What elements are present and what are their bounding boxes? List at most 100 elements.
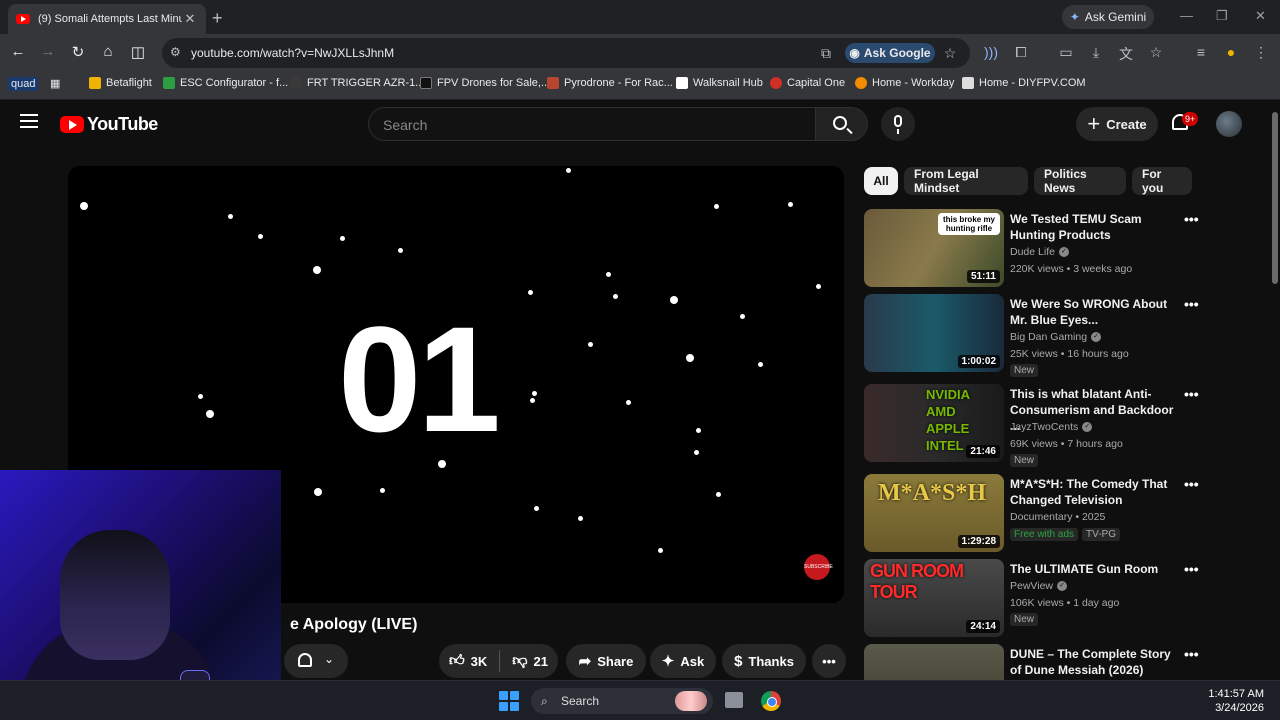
- create-button[interactable]: + Create: [1076, 107, 1158, 141]
- search-input[interactable]: Search: [368, 107, 816, 141]
- bookmark-frt-trigger[interactable]: FRT TRIGGER AZR-1...: [290, 77, 424, 89]
- list-item[interactable]: this broke my hunting rifle 51:11 We Tes…: [864, 209, 1204, 289]
- voice-search-button[interactable]: [881, 107, 915, 141]
- video-thumbnail[interactable]: 1:00:02: [864, 294, 1004, 372]
- video-thumbnail[interactable]: M*A*S*H 1:29:28: [864, 474, 1004, 552]
- search-button[interactable]: [816, 107, 868, 141]
- hamburger-menu-icon[interactable]: [20, 114, 38, 128]
- walksnail-icon: [676, 77, 688, 89]
- more-actions-button[interactable]: •••: [812, 644, 846, 678]
- profile-icon[interactable]: ●: [1222, 44, 1240, 60]
- video-title[interactable]: DUNE – The Complete Story of Dune Messia…: [1010, 646, 1176, 678]
- bookmark-pyrodrone[interactable]: Pyrodrone - For Rac...: [547, 77, 673, 89]
- like-icon[interactable]: 👍︎: [449, 652, 465, 670]
- subscribe-watermark[interactable]: SUBSCRIBE: [804, 554, 833, 580]
- minimize-icon[interactable]: —: [1180, 8, 1193, 23]
- taskbar-search[interactable]: ⌕ Search: [531, 688, 713, 714]
- list-item[interactable]: GUN ROOM TOUR 24:14 The ULTIMATE Gun Roo…: [864, 559, 1204, 639]
- list-item[interactable]: NVIDIA AMD APPLE INTEL 21:46 This is wha…: [864, 384, 1204, 467]
- spark-icon: ✦: [661, 653, 675, 670]
- list-item[interactable]: DUNE – The Complete Story of Dune Messia…: [864, 644, 1204, 680]
- maximize-icon[interactable]: ❐: [1216, 8, 1228, 24]
- youtube-logo[interactable]: YouTube: [60, 114, 158, 135]
- task-view-icon[interactable]: [725, 692, 743, 708]
- ask-button[interactable]: ✦ Ask: [650, 644, 716, 678]
- bookmark-diyfpv[interactable]: Home - DIYFPV.COM: [962, 77, 1086, 89]
- bookmark-label: Capital One: [787, 77, 846, 89]
- bookmark-star-icon[interactable]: ☆: [941, 45, 959, 62]
- side-panel-icon[interactable]: ◫: [128, 43, 148, 61]
- more-vert-icon[interactable]: •••: [1184, 211, 1199, 227]
- translate-icon[interactable]: 文: [1117, 44, 1135, 64]
- channel-name[interactable]: Documentary • 2025: [1010, 511, 1105, 523]
- bookmark-esc-configurator[interactable]: ESC Configurator - f...: [163, 77, 288, 89]
- channel-name[interactable]: PewView ✓: [1010, 580, 1067, 592]
- dislike-count[interactable]: 21: [534, 654, 548, 669]
- channel-name[interactable]: Big Dan Gaming ✓: [1010, 331, 1102, 343]
- reading-list-icon[interactable]: ≡: [1192, 44, 1210, 60]
- list-item[interactable]: M*A*S*H 1:29:28 M*A*S*H: The Comedy That…: [864, 474, 1204, 554]
- chrome-menu-icon[interactable]: ⋮: [1252, 44, 1270, 61]
- favorites-icon[interactable]: ☆: [1147, 44, 1165, 61]
- scrollbar-thumb[interactable]: [1272, 112, 1278, 284]
- address-bar[interactable]: ⚙ youtube.com/watch?v=NwJXLLsJhnM ⧉ ◉ As…: [162, 38, 970, 68]
- video-thumbnail[interactable]: [864, 644, 1004, 680]
- thanks-button[interactable]: $ Thanks: [722, 644, 806, 678]
- bookmark-walksnail[interactable]: Walksnail Hub: [676, 77, 763, 89]
- install-app-icon[interactable]: ⧉: [817, 45, 835, 62]
- channel-name[interactable]: JayzTwoCents ✓: [1010, 421, 1093, 433]
- bookmark-fpv-drones[interactable]: FPV Drones for Sale,...: [420, 77, 550, 89]
- window-close-icon[interactable]: ✕: [1255, 8, 1266, 24]
- bookmark-capital-one[interactable]: Capital One: [770, 77, 845, 89]
- extension-wave-icon[interactable]: ))): [982, 44, 1000, 60]
- more-vert-icon[interactable]: •••: [1184, 561, 1199, 577]
- system-clock[interactable]: 1:41:57 AM 3/24/2026: [1208, 687, 1264, 715]
- chrome-icon[interactable]: [761, 691, 781, 711]
- list-item[interactable]: 1:00:02 We Were So WRONG About Mr. Blue …: [864, 294, 1204, 377]
- verified-icon: ✓: [1058, 247, 1069, 257]
- ask-google-button[interactable]: ◉ Ask Google: [845, 43, 935, 63]
- url-text[interactable]: youtube.com/watch?v=NwJXLLsJhnM: [191, 46, 394, 60]
- windows-start-icon[interactable]: [499, 691, 519, 711]
- chip-for-you[interactable]: For you: [1132, 167, 1192, 195]
- chip-all[interactable]: All: [864, 167, 898, 195]
- close-tab-icon[interactable]: ✕: [182, 11, 198, 27]
- ask-gemini-button[interactable]: ✦ Ask Gemini: [1062, 5, 1154, 29]
- video-thumbnail[interactable]: GUN ROOM TOUR 24:14: [864, 559, 1004, 637]
- betaflight-icon: [89, 77, 101, 89]
- bookmark-workday[interactable]: Home - Workday: [855, 77, 954, 89]
- extensions-icon[interactable]: ⧠: [1012, 44, 1030, 61]
- share-button[interactable]: ➦ Share: [566, 644, 646, 678]
- avatar[interactable]: [1216, 111, 1242, 137]
- more-vert-icon[interactable]: •••: [1184, 646, 1199, 662]
- forward-icon[interactable]: →: [38, 43, 58, 60]
- screenshot-icon[interactable]: ▭: [1057, 44, 1075, 61]
- video-title[interactable]: M*A*S*H: The Comedy That Changed Televis…: [1010, 476, 1176, 508]
- browser-tab[interactable]: (9) Somali Attempts Last Minute ✕: [8, 4, 206, 34]
- more-vert-icon[interactable]: •••: [1184, 296, 1199, 312]
- site-info-icon[interactable]: ⚙: [170, 45, 181, 59]
- chip-from-legal-mindset[interactable]: From Legal Mindset: [904, 167, 1028, 195]
- bookmark-quad[interactable]: quad: [8, 77, 39, 91]
- video-title[interactable]: The ULTIMATE Gun Room: [1010, 561, 1176, 577]
- more-vert-icon[interactable]: •••: [1184, 476, 1199, 492]
- reload-icon[interactable]: ↻: [68, 43, 88, 61]
- bookmark-betaflight[interactable]: Betaflight: [89, 77, 152, 89]
- chip-politics-news[interactable]: Politics News: [1034, 167, 1126, 195]
- windows-taskbar: ⌕ Search 1:41:57 AM 3/24/2026: [0, 680, 1280, 720]
- more-vert-icon[interactable]: •••: [1184, 386, 1199, 402]
- download-icon[interactable]: ⤓: [1087, 44, 1105, 61]
- video-title[interactable]: We Tested TEMU Scam Hunting Products: [1010, 211, 1176, 243]
- subscription-bell-button[interactable]: ⌄: [284, 644, 348, 678]
- video-title[interactable]: We Were So WRONG About Mr. Blue Eyes...: [1010, 296, 1176, 328]
- channel-name[interactable]: Dude Life ✓: [1010, 246, 1069, 258]
- thumbnail-caption: NVIDIA AMD APPLE INTEL: [926, 387, 970, 453]
- apps-grid-icon[interactable]: ▦: [50, 77, 60, 90]
- video-thumbnail[interactable]: NVIDIA AMD APPLE INTEL 21:46: [864, 384, 1004, 462]
- new-tab-icon[interactable]: +: [212, 8, 223, 29]
- like-count[interactable]: 3K: [471, 654, 488, 669]
- video-thumbnail[interactable]: this broke my hunting rifle 51:11: [864, 209, 1004, 287]
- back-icon[interactable]: ←: [8, 43, 28, 60]
- dislike-icon[interactable]: 👎︎: [512, 652, 527, 670]
- home-icon[interactable]: ⌂: [98, 43, 118, 60]
